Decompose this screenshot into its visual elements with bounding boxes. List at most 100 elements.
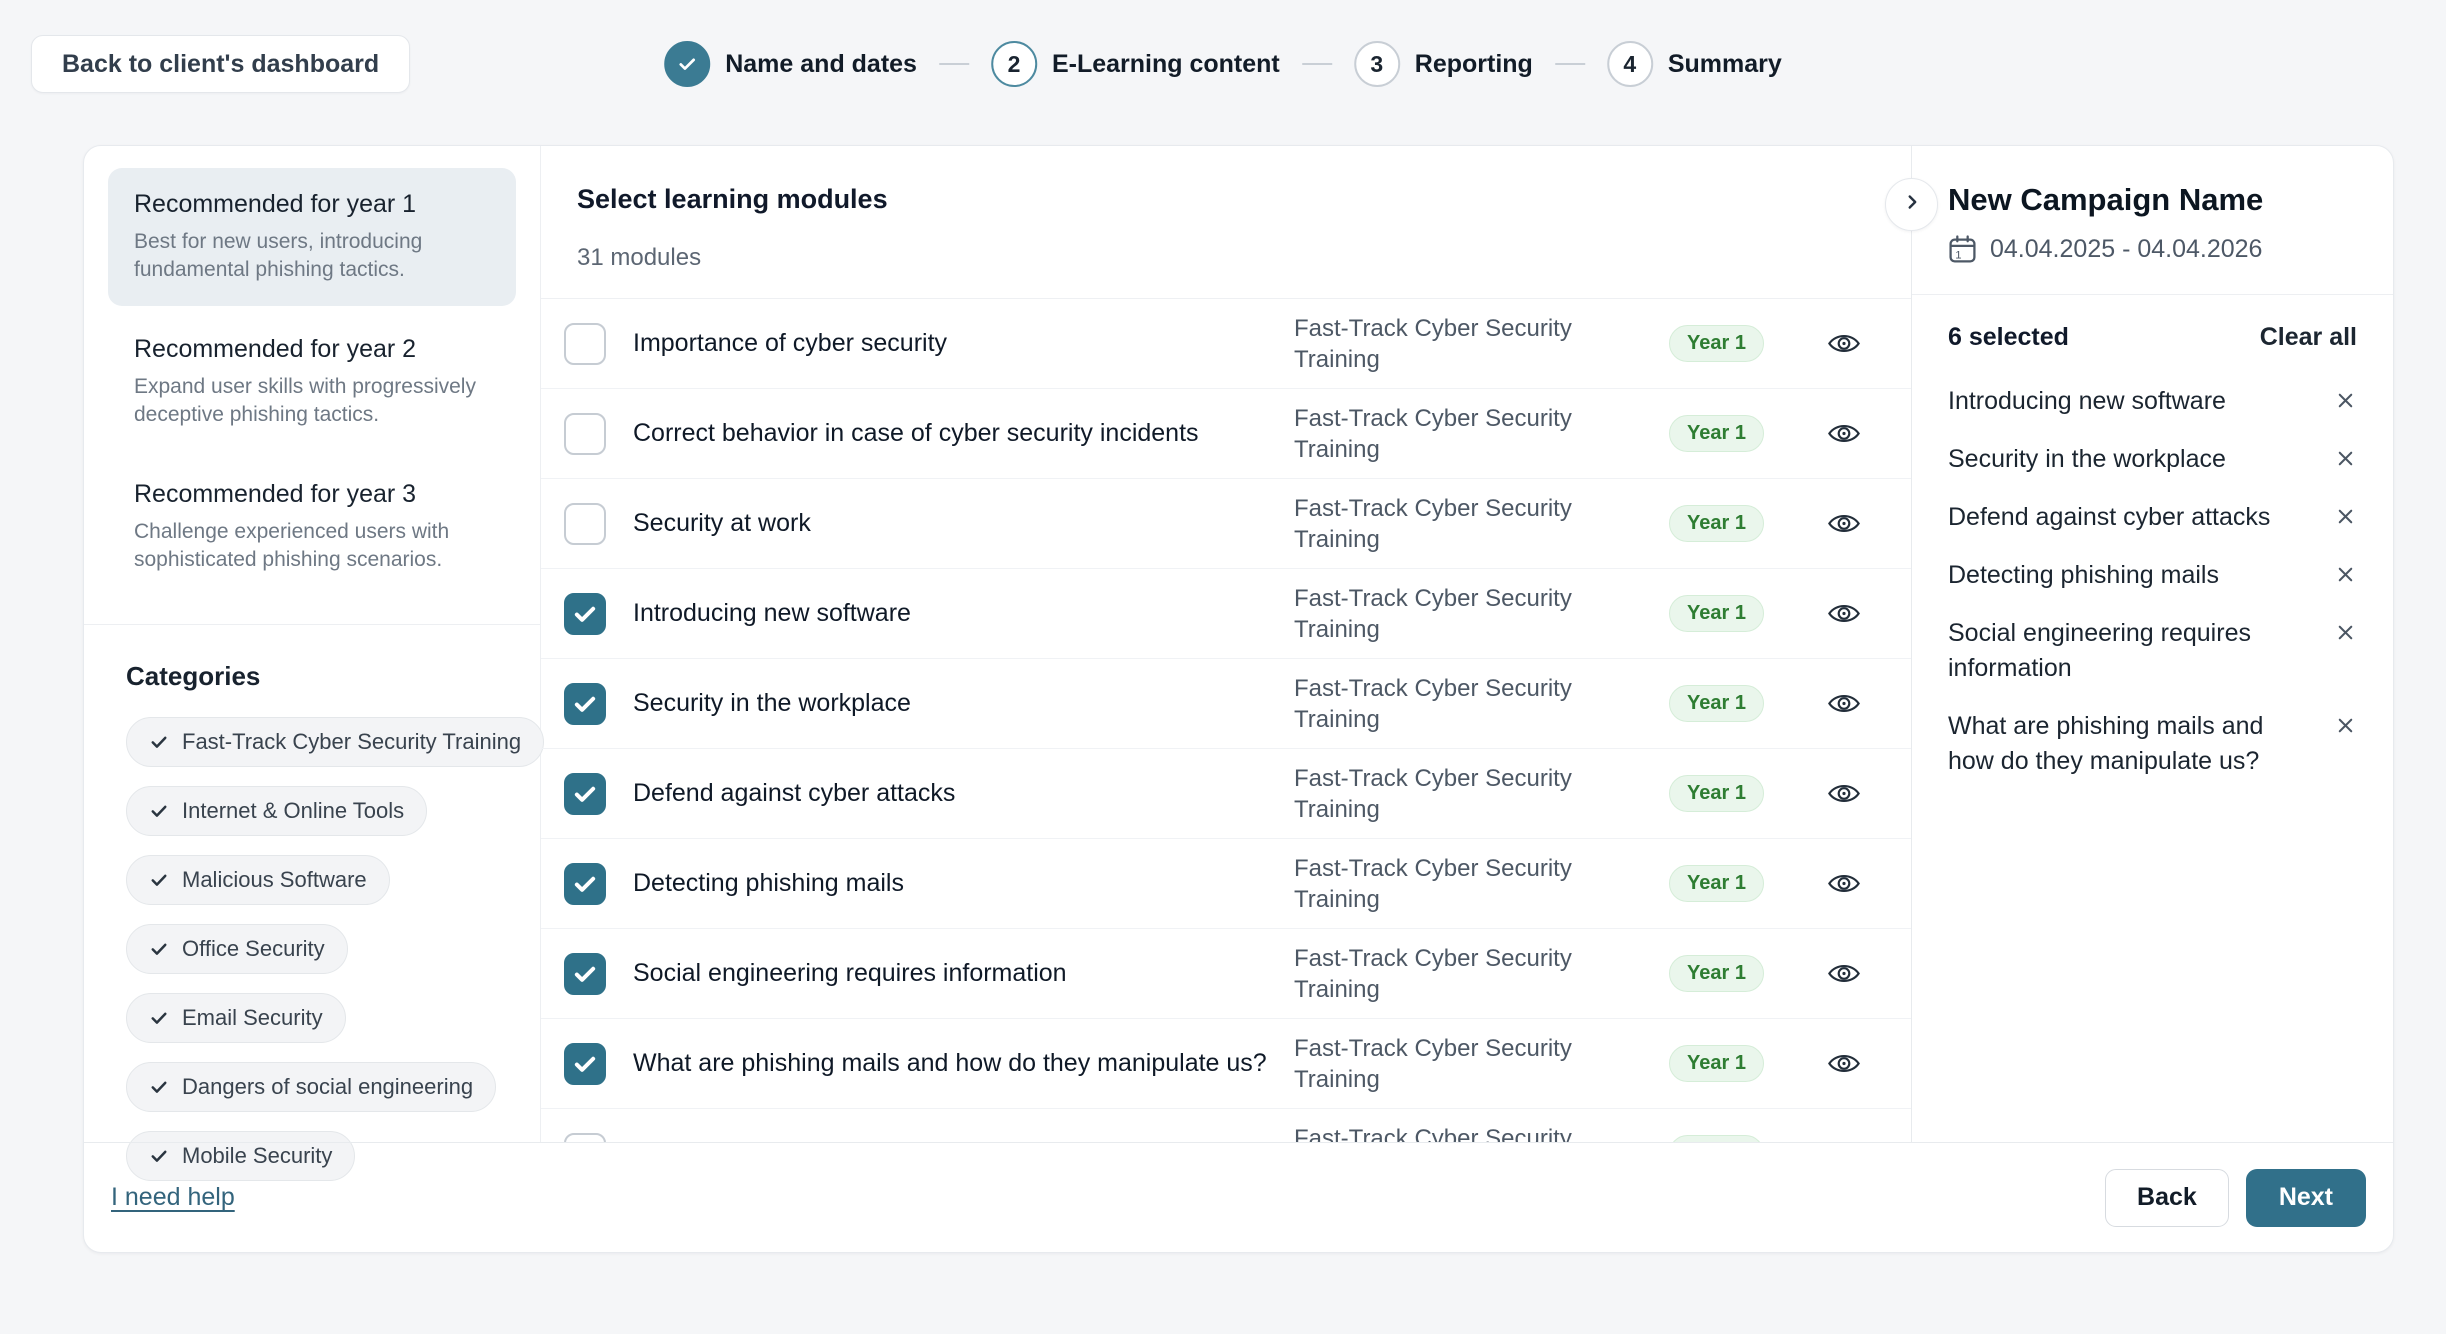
remove-module-button[interactable] bbox=[2334, 505, 2357, 533]
wizard-footer: I need help Back Next bbox=[84, 1142, 2393, 1252]
campaign-summary-panel: New Campaign Name 1 04.04.2025 - 04.04.2… bbox=[1911, 146, 2393, 1142]
remove-module-button[interactable] bbox=[2334, 447, 2357, 475]
step-reporting[interactable]: 3 Reporting bbox=[1354, 41, 1533, 87]
remove-module-button[interactable] bbox=[2334, 389, 2357, 417]
remove-module-button[interactable] bbox=[2334, 621, 2357, 649]
module-badge-box: Year 1 bbox=[1644, 955, 1789, 992]
campaign-wizard-card: Recommended for year 1 Best for new user… bbox=[83, 145, 2394, 1253]
step-summary[interactable]: 4 Summary bbox=[1607, 41, 1782, 87]
module-checkbox[interactable] bbox=[564, 1043, 606, 1085]
selected-module-item: Social engineering requires information bbox=[1948, 616, 2357, 686]
module-checkbox[interactable] bbox=[564, 773, 606, 815]
selected-module-label: Defend against cyber attacks bbox=[1948, 500, 2270, 535]
eye-icon bbox=[1827, 1049, 1861, 1078]
category-chip[interactable]: Malicious Software bbox=[126, 855, 390, 905]
eye-icon bbox=[1827, 509, 1861, 538]
step-elearning-content[interactable]: 2 E-Learning content bbox=[991, 41, 1280, 87]
module-category: Fast-Track Cyber Security Training bbox=[1294, 673, 1644, 735]
selected-module-label: What are phishing mails and how do they … bbox=[1948, 709, 2278, 779]
help-link[interactable]: I need help bbox=[111, 1183, 235, 1212]
module-name: What are phishing mails and how do they … bbox=[633, 1049, 1294, 1078]
category-chip[interactable]: Dangers of social engineering bbox=[126, 1062, 496, 1112]
recommendation-description: Expand user skills with progressively de… bbox=[134, 373, 490, 429]
eye-icon bbox=[1827, 419, 1861, 448]
recommendation-year-2[interactable]: Recommended for year 2 Expand user skill… bbox=[108, 313, 516, 451]
selected-count: 6 selected bbox=[1948, 323, 2069, 352]
preview-module-button[interactable] bbox=[1789, 509, 1899, 538]
module-name: Importance of cyber security bbox=[633, 329, 1294, 358]
selection-header: 6 selected Clear all bbox=[1948, 323, 2357, 352]
module-row: Fast-Track Cyber Security Training Year … bbox=[541, 1109, 1911, 1142]
module-category: Fast-Track Cyber Security Training bbox=[1294, 853, 1644, 915]
eye-icon bbox=[1827, 959, 1861, 988]
module-row: Security in the workplace Fast-Track Cyb… bbox=[541, 659, 1911, 749]
date-range-text: 04.04.2025 - 04.04.2026 bbox=[1990, 235, 2262, 264]
calendar-icon: 1 bbox=[1948, 235, 1977, 264]
category-chip[interactable]: Fast-Track Cyber Security Training bbox=[126, 717, 544, 767]
module-badge-box: Year 1 bbox=[1644, 865, 1789, 902]
module-row: Introducing new software Fast-Track Cybe… bbox=[541, 569, 1911, 659]
step-label: Summary bbox=[1668, 50, 1782, 79]
category-chip[interactable]: Email Security bbox=[126, 993, 346, 1043]
recommendation-title: Recommended for year 2 bbox=[134, 335, 490, 364]
selected-module-item: What are phishing mails and how do they … bbox=[1948, 709, 2357, 779]
step-name-and-dates[interactable]: Name and dates bbox=[664, 41, 917, 87]
check-icon bbox=[149, 801, 169, 821]
collapse-panel-button[interactable] bbox=[1885, 178, 1938, 231]
preview-module-button[interactable] bbox=[1789, 329, 1899, 358]
remove-module-button[interactable] bbox=[2334, 714, 2357, 742]
module-badge-box: Year 1 bbox=[1644, 595, 1789, 632]
category-chip-label: Internet & Online Tools bbox=[182, 798, 404, 824]
year-badge: Year 1 bbox=[1669, 1135, 1764, 1142]
back-button[interactable]: Back bbox=[2105, 1169, 2229, 1227]
preview-module-button[interactable] bbox=[1789, 599, 1899, 628]
eye-icon bbox=[1827, 599, 1861, 628]
clear-all-button[interactable]: Clear all bbox=[2260, 323, 2357, 352]
category-chip-list: Fast-Track Cyber Security Training Inter… bbox=[108, 717, 516, 1181]
next-button[interactable]: Next bbox=[2246, 1169, 2366, 1227]
module-checkbox[interactable] bbox=[564, 953, 606, 995]
back-to-dashboard-button[interactable]: Back to client's dashboard bbox=[31, 35, 410, 93]
preview-module-button[interactable] bbox=[1789, 869, 1899, 898]
module-row: Detecting phishing mails Fast-Track Cybe… bbox=[541, 839, 1911, 929]
year-badge: Year 1 bbox=[1669, 955, 1764, 992]
eye-icon bbox=[1827, 329, 1861, 358]
preview-module-button[interactable] bbox=[1789, 1049, 1899, 1078]
year-badge: Year 1 bbox=[1669, 595, 1764, 632]
preview-module-button[interactable] bbox=[1789, 779, 1899, 808]
remove-module-button[interactable] bbox=[2334, 563, 2357, 591]
module-checkbox[interactable] bbox=[564, 413, 606, 455]
module-name: Detecting phishing mails bbox=[633, 869, 1294, 898]
selected-module-label: Social engineering requires information bbox=[1948, 616, 2278, 686]
module-checkbox[interactable] bbox=[564, 863, 606, 905]
module-checkbox[interactable] bbox=[564, 323, 606, 365]
recommendation-year-3[interactable]: Recommended for year 3 Challenge experie… bbox=[108, 458, 516, 596]
category-chip[interactable]: Office Security bbox=[126, 924, 348, 974]
module-checkbox[interactable] bbox=[564, 593, 606, 635]
category-chip-label: Office Security bbox=[182, 936, 325, 962]
module-checkbox[interactable] bbox=[564, 1133, 606, 1143]
wizard-stepper: Name and dates 2 E-Learning content 3 Re… bbox=[664, 35, 1782, 93]
recommendation-year-1[interactable]: Recommended for year 1 Best for new user… bbox=[108, 168, 516, 306]
preview-module-button[interactable] bbox=[1789, 419, 1899, 448]
year-badge: Year 1 bbox=[1669, 505, 1764, 542]
category-chip[interactable]: Internet & Online Tools bbox=[126, 786, 427, 836]
category-chip-label: Dangers of social engineering bbox=[182, 1074, 473, 1100]
campaign-name: New Campaign Name bbox=[1948, 182, 2357, 218]
filters-sidebar: Recommended for year 1 Best for new user… bbox=[84, 146, 541, 1142]
check-icon bbox=[149, 939, 169, 959]
preview-module-button[interactable] bbox=[1789, 959, 1899, 988]
module-checkbox[interactable] bbox=[564, 503, 606, 545]
module-badge-box: Year 1 bbox=[1644, 505, 1789, 542]
module-name: Social engineering requires information bbox=[633, 959, 1294, 988]
svg-text:1: 1 bbox=[1955, 249, 1961, 261]
step-connector bbox=[1302, 63, 1332, 65]
recommendation-title: Recommended for year 1 bbox=[134, 190, 490, 219]
year-badge: Year 1 bbox=[1669, 415, 1764, 452]
module-name: Security at work bbox=[633, 509, 1294, 538]
module-checkbox[interactable] bbox=[564, 683, 606, 725]
module-row: Defend against cyber attacks Fast-Track … bbox=[541, 749, 1911, 839]
eye-icon bbox=[1827, 779, 1861, 808]
module-badge-box: Year 1 bbox=[1644, 1045, 1789, 1082]
preview-module-button[interactable] bbox=[1789, 689, 1899, 718]
